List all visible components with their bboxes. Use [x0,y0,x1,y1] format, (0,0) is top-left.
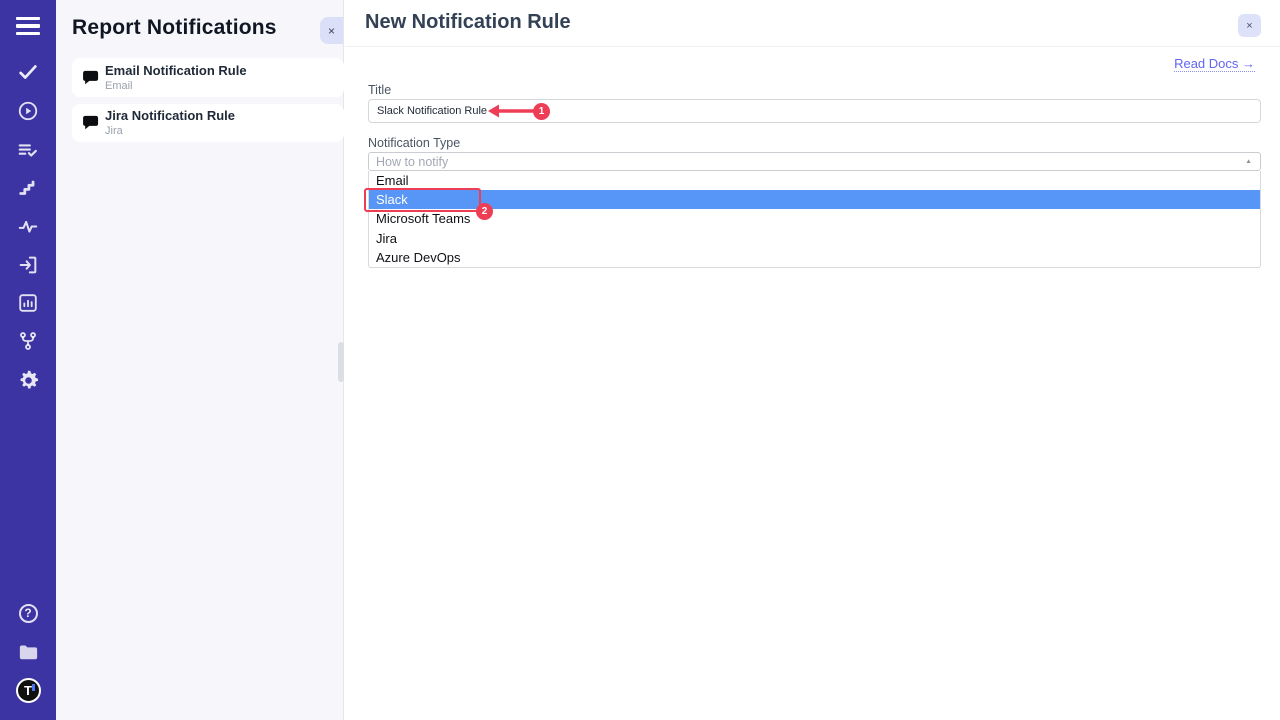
list-check-icon[interactable] [0,138,56,162]
panel-resize-handle[interactable] [338,342,344,382]
bar-chart-icon[interactable] [0,291,56,315]
panel-close-button[interactable]: × [320,17,343,44]
settings-gear-icon[interactable] [0,368,56,392]
title-field-label: Title [368,83,391,97]
read-docs-link[interactable]: Read Docs → [1174,56,1255,72]
folders-icon[interactable] [0,640,56,664]
chevron-up-icon: ▲ [1245,158,1260,164]
play-circle-icon[interactable] [0,99,56,123]
notification-type-options: Email Slack Microsoft Teams Jira Azure D… [368,171,1261,268]
close-icon: × [328,24,335,38]
title-input[interactable] [368,99,1261,123]
menu-icon[interactable] [0,15,56,37]
sidebar-rail: ? T [0,0,56,720]
option-jira[interactable]: Jira [369,229,1260,248]
close-icon: × [1246,20,1252,32]
notification-type-select[interactable]: How to notify ▲ [368,152,1261,171]
option-slack[interactable]: Slack [369,190,1260,209]
option-email[interactable]: Email [369,171,1260,190]
sign-in-icon[interactable] [0,253,56,277]
dialog-header: New Notification Rule [345,0,1280,47]
app-logo[interactable]: T [0,678,56,702]
report-notifications-panel: Report Notifications × Email Notificatio… [56,0,344,720]
option-azure-devops[interactable]: Azure DevOps [369,248,1260,267]
rule-subtitle: Jira [105,124,235,138]
list-item-email-rule[interactable]: Email Notification Rule Email [72,58,344,97]
activity-icon[interactable] [0,215,56,239]
help-icon[interactable]: ? [0,601,56,625]
rule-subtitle: Email [105,79,247,93]
dialog-close-button[interactable]: × [1238,14,1261,37]
panel-title: Report Notifications [72,16,277,40]
new-notification-rule-dialog: New Notification Rule × Read Docs → Titl… [345,0,1280,720]
question-mark-icon: ? [19,604,38,623]
dialog-title: New Notification Rule [365,11,571,34]
chat-bubble-icon [81,113,101,133]
option-microsoft-teams[interactable]: Microsoft Teams [369,209,1260,228]
rule-title: Jira Notification Rule [105,108,235,124]
check-icon[interactable] [0,60,56,84]
chat-bubble-icon [81,68,101,88]
rule-title: Email Notification Rule [105,63,247,79]
type-field-label: Notification Type [368,136,460,150]
git-fork-icon[interactable] [0,329,56,353]
select-placeholder: How to notify [369,155,1245,169]
hamburger-icon [16,17,40,36]
steps-icon[interactable] [0,176,56,200]
list-item-jira-rule[interactable]: Jira Notification Rule Jira [72,104,344,142]
logo-t-icon: T [16,678,41,703]
